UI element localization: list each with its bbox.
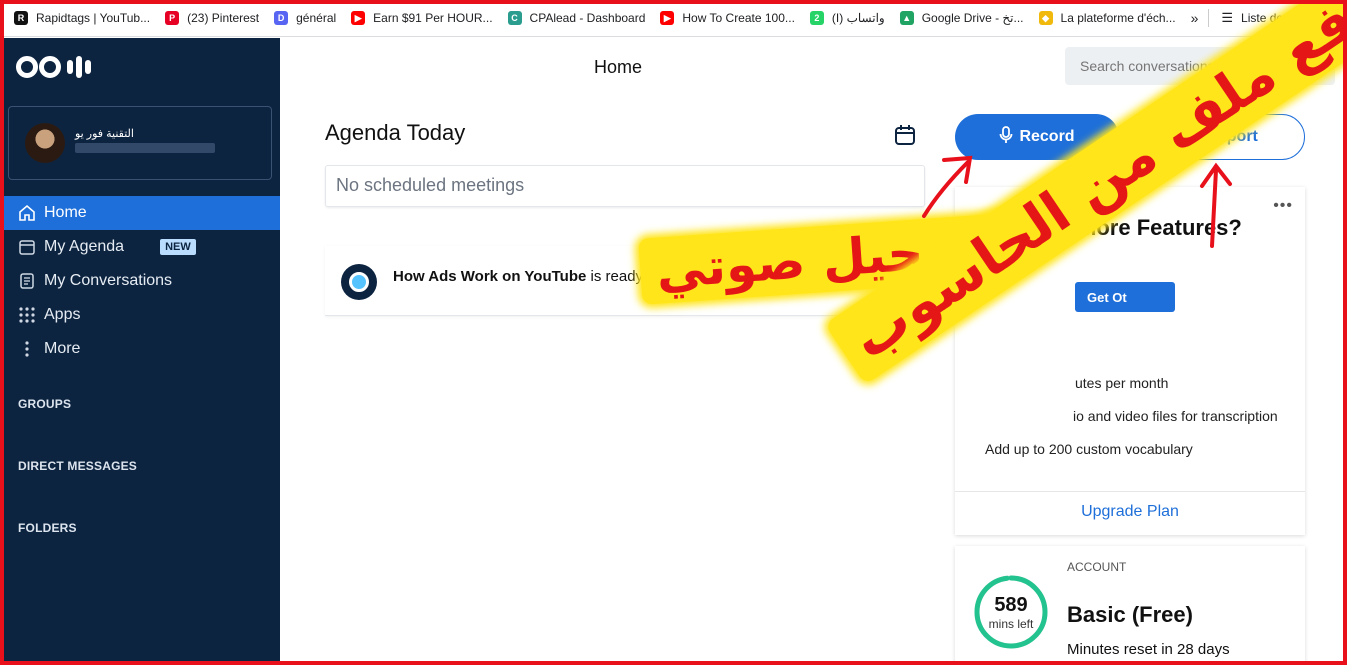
page-title: Home: [594, 57, 643, 77]
conversation-title: How Ads Work on YouTube: [393, 268, 587, 285]
profile-card[interactable]: التقنية فور يو: [8, 106, 272, 180]
section-folders[interactable]: FOLDERS: [18, 521, 77, 535]
document-icon: [16, 271, 38, 291]
more-bookmarks-icon[interactable]: »: [1191, 10, 1199, 26]
bookmark-item[interactable]: ◆ La plateforme d'éch...: [1038, 11, 1176, 25]
otter-eye-icon: [341, 264, 377, 300]
bookmark-label: CPAlead - Dashboard: [529, 11, 646, 25]
bookmark-label: La plateforme d'éch...: [1060, 11, 1176, 25]
sidebar: التقنية فور يو Home My Agenda NEW My Con…: [4, 38, 280, 661]
bookmark-item[interactable]: P (23) Pinterest: [165, 11, 259, 25]
new-badge: NEW: [160, 239, 196, 255]
more-vertical-icon: [16, 339, 38, 359]
sidebar-item-more[interactable]: More: [4, 332, 280, 366]
record-label: Record: [1019, 128, 1075, 145]
bookmark-item[interactable]: ▲ Google Drive - تخ...: [899, 11, 1024, 25]
divider: [955, 491, 1305, 492]
profile-email-blurred: [75, 143, 215, 153]
upgrade-plan-link[interactable]: Upgrade Plan: [955, 503, 1305, 521]
calendar-icon: [16, 237, 38, 257]
sidebar-item-label: Home: [44, 204, 87, 221]
bookmark-label: How To Create 100...: [682, 11, 795, 25]
youtube-icon: ▶: [660, 11, 675, 25]
agenda-title: Agenda Today: [325, 120, 466, 145]
bookmark-item[interactable]: R Rapidtags | YouTub...: [14, 11, 150, 25]
google-drive-icon: ▲: [899, 11, 914, 25]
account-label: ACCOUNT: [1067, 560, 1127, 574]
sidebar-item-label: My Conversations: [44, 272, 173, 289]
binance-icon: ◆: [1038, 11, 1053, 25]
avatar: [25, 123, 65, 163]
feature-item: utes per month: [1075, 375, 1169, 391]
bookmark-item[interactable]: C CPAlead - Dashboard: [507, 11, 646, 25]
whatsapp-icon: 2: [809, 11, 824, 25]
bookmark-label: (23) Pinterest: [187, 11, 260, 25]
profile-name: التقنية فور يو: [75, 128, 134, 140]
bookmark-label: Earn $91 Per HOUR...: [373, 11, 493, 25]
sidebar-item-apps[interactable]: Apps: [4, 298, 280, 332]
get-otter-button[interactable]: Get Ot: [1075, 282, 1175, 312]
sidebar-item-my-conversations[interactable]: My Conversations: [4, 264, 280, 298]
calendar-icon[interactable]: [894, 124, 916, 151]
sidebar-item-home[interactable]: Home: [4, 196, 280, 230]
minutes-left-label: mins left: [988, 617, 1034, 631]
pinterest-icon: P: [165, 11, 180, 25]
bookmark-item[interactable]: ▶ How To Create 100...: [660, 11, 795, 25]
plan-name: Basic (Free): [1067, 602, 1193, 627]
bookmark-item[interactable]: Dgénéral: [274, 11, 336, 25]
section-groups[interactable]: GROUPS: [18, 397, 71, 411]
sidebar-nav: Home My Agenda NEW My Conversations Apps…: [4, 196, 280, 366]
rapidtags-icon: R: [14, 11, 28, 25]
bookmark-label: (I) واتساب: [831, 11, 885, 25]
microphone-icon: [999, 125, 1013, 149]
divider: [1208, 9, 1210, 27]
sidebar-item-label: More: [44, 340, 81, 357]
empty-agenda-message: No scheduled meetings: [325, 165, 925, 207]
minutes-reset-text: Minutes reset in 28 days: [1067, 641, 1230, 658]
sidebar-item-my-agenda[interactable]: My Agenda NEW: [4, 230, 280, 264]
conversation-status: is ready: [590, 268, 644, 285]
reading-list-icon: ☰: [1221, 10, 1234, 25]
feature-item: io and video files for transcription: [1073, 408, 1278, 424]
bookmark-item[interactable]: 2 (I) واتساب: [809, 11, 885, 25]
bookmarks-bar: R Rapidtags | YouTub... P (23) Pinterest Dgé…: [0, 0, 1347, 37]
bookmark-label: Google Drive - تخ...: [921, 11, 1024, 25]
feature-item: Add up to 200 custom vocabulary: [985, 441, 1193, 457]
more-options-icon[interactable]: •••: [1273, 197, 1293, 215]
conversation-text: How Ads Work on YouTube is ready: [393, 268, 643, 285]
sidebar-item-label: My Agenda: [44, 238, 125, 255]
cpalead-icon: C: [507, 11, 522, 25]
discord-icon: D: [274, 11, 289, 25]
minutes-left-value: 589: [994, 594, 1028, 616]
bookmark-label: général: [296, 11, 337, 25]
youtube-icon: ▶: [351, 11, 366, 25]
bookmark-label: Rapidtags | YouTub...: [36, 11, 151, 25]
otter-logo[interactable]: [16, 56, 91, 78]
home-icon: [16, 203, 38, 223]
account-card: 589 mins left ACCOUNT Basic (Free) Minut…: [955, 546, 1305, 665]
sidebar-item-label: Apps: [44, 306, 81, 323]
section-direct-messages[interactable]: DIRECT MESSAGES: [18, 459, 137, 473]
grid-icon: [16, 305, 38, 325]
bookmark-item[interactable]: ▶ Earn $91 Per HOUR...: [351, 11, 493, 25]
